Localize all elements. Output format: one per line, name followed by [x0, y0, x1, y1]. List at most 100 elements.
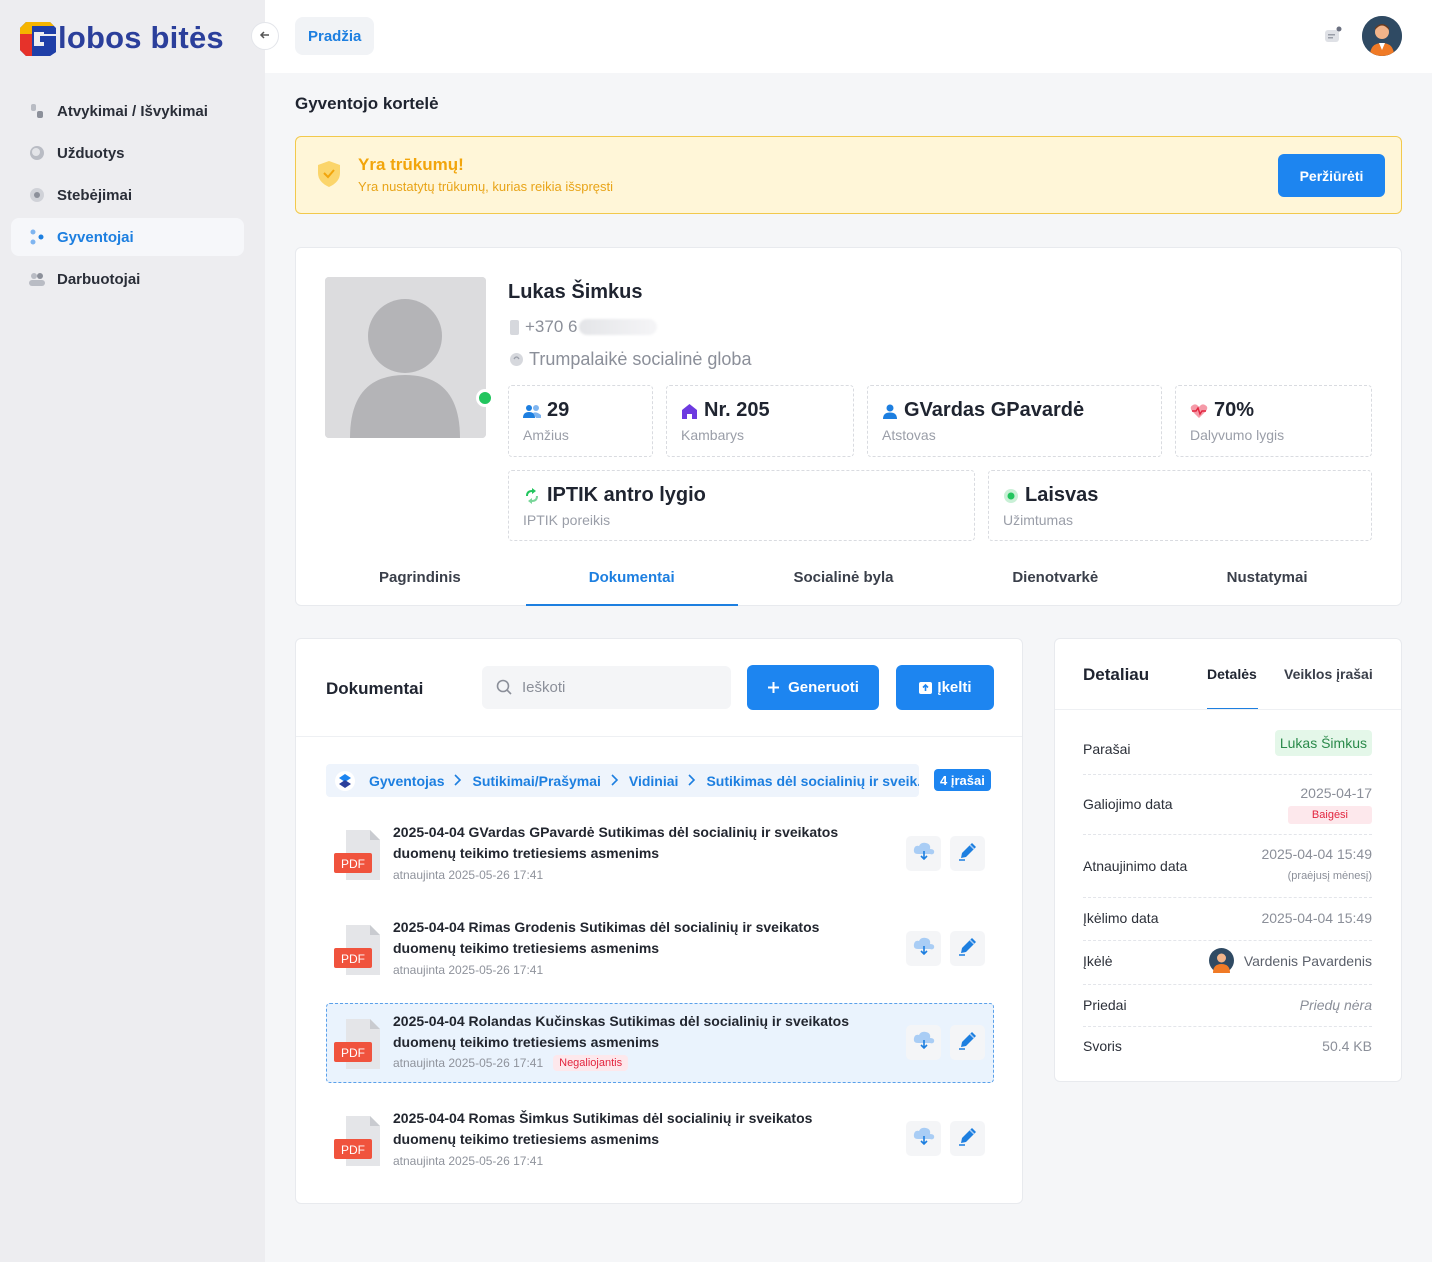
employees-icon	[28, 270, 46, 288]
detail-label: Priedai	[1083, 997, 1127, 1013]
detail-row-signatures: Parašai Lukas Šimkus	[1083, 730, 1372, 775]
documents-card: Dokumentai Generuoti Įkelti Gyventojas S…	[295, 638, 1023, 1204]
arrivals-icon	[28, 102, 46, 120]
sidebar-item-label: Darbuotojai	[57, 270, 141, 288]
document-updated: atnaujinta 2025-05-26 17:41	[393, 1056, 544, 1070]
brand-name: lobos bitės	[58, 20, 224, 55]
arrow-left-icon	[259, 29, 271, 44]
warning-alert: Yra trūkumų! Yra nustatytų trūkumų, kuri…	[295, 136, 1402, 214]
residents-icon	[28, 228, 46, 246]
care-icon	[509, 352, 524, 367]
upload-button[interactable]: Įkelti	[896, 665, 994, 710]
uploader-avatar-icon	[1208, 948, 1234, 973]
sidebar-nav: Atvykimai / Išvykimai Užduotys Stebėjima…	[11, 92, 244, 302]
detail-note: (praėjusį mėnesį)	[1287, 870, 1372, 882]
chat-icon[interactable]	[1324, 26, 1342, 44]
document-meta: atnaujinta 2025-05-26 17:41	[393, 1154, 543, 1168]
stat-value: Nr. 205	[704, 399, 770, 421]
sidebar-item-observations[interactable]: Stebėjimai	[11, 176, 244, 214]
breadcrumb-item[interactable]: Gyventojas	[369, 773, 444, 789]
tab-social-file[interactable]: Socialinė byla	[738, 557, 950, 597]
document-row[interactable]: PDF 2025-04-04 Rimas Grodenis Sutikimas …	[326, 909, 994, 989]
edit-button[interactable]	[950, 931, 985, 966]
detail-label: Parašai	[1083, 741, 1131, 757]
download-button[interactable]	[906, 1025, 941, 1060]
detail-row-validity: Galiojimo data 2025-04-17 Baigėsi	[1083, 775, 1372, 835]
sidebar-item-arrivals[interactable]: Atvykimai / Išvykimai	[11, 92, 244, 130]
sidebar-collapse-button[interactable]	[251, 22, 279, 50]
signature-chip[interactable]: Lukas Šimkus	[1274, 730, 1372, 756]
stat-value: IPTIK antro lygio	[547, 484, 706, 506]
review-button[interactable]: Peržiūrėti	[1278, 154, 1385, 197]
pdf-file-icon: PDF	[334, 1019, 382, 1071]
document-updated: atnaujinta 2025-05-26 17:41	[393, 868, 544, 882]
document-row[interactable]: PDF 2025-04-04 GVardas GPavardė Sutikima…	[326, 814, 994, 894]
sidebar-item-employees[interactable]: Darbuotojai	[11, 260, 244, 298]
detail-value: 2025-04-04 15:49	[1261, 846, 1372, 862]
detail-value: 50.4 KB	[1322, 1038, 1372, 1054]
edit-button[interactable]	[950, 1121, 985, 1156]
document-title: 2025-04-04 Rimas Grodenis Sutikimas dėl …	[393, 919, 820, 956]
eye-icon	[28, 186, 46, 204]
download-button[interactable]	[906, 931, 941, 966]
breadcrumb-home[interactable]: Pradžia	[295, 17, 375, 55]
breadcrumb-item[interactable]: Sutikimai/Prašymai	[472, 773, 600, 789]
detail-row-attachments: Priedai Priedų nėra	[1083, 985, 1372, 1027]
detail-row-renewal: Atnaujinimo data 2025-04-04 15:49 (praėj…	[1083, 835, 1372, 898]
edit-button[interactable]	[950, 836, 985, 871]
sidebar-item-label: Stebėjimai	[57, 186, 133, 204]
document-row[interactable]: PDF 2025-04-04 Romas Šimkus Sutikimas dė…	[326, 1100, 994, 1180]
pencil-icon	[958, 841, 978, 866]
tab-main[interactable]: Pagrindinis	[314, 557, 526, 597]
tab-activity-log[interactable]: Veiklos įrašai	[1284, 666, 1373, 682]
document-title: 2025-04-04 GVardas GPavardė Sutikimas dė…	[393, 824, 839, 861]
generate-button[interactable]: Generuoti	[747, 665, 879, 710]
documents-title: Dokumentai	[326, 679, 424, 698]
online-status-dot	[476, 389, 494, 407]
sidebar: lobos bitės Atvykimai / Išvykimai Užduot…	[0, 0, 265, 1262]
divider	[296, 736, 1022, 737]
document-row-selected[interactable]: PDF 2025-04-04 Rolandas Kučinskas Sutiki…	[326, 1003, 994, 1083]
logo-mark	[20, 18, 58, 58]
phone-icon	[509, 319, 520, 335]
detail-row-uploader: Įkėlė Vardenis Pavardenis	[1083, 941, 1372, 985]
tab-documents[interactable]: Dokumentai	[525, 557, 738, 606]
generate-label: Generuoti	[788, 679, 859, 696]
folder-logo-icon	[334, 770, 356, 792]
chevron-right-icon	[611, 773, 619, 789]
upload-label: Įkelti	[937, 679, 972, 696]
stat-age: 29 Amžius	[508, 385, 653, 457]
alert-title: Yra trūkumų!	[358, 155, 464, 174]
breadcrumb-item[interactable]: Vidiniai	[629, 773, 679, 789]
sidebar-item-tasks[interactable]: Užduotys	[11, 134, 244, 172]
uploader-name: Vardenis Pavardenis	[1243, 952, 1372, 969]
detail-label: Svoris	[1083, 1038, 1122, 1054]
recycle-icon	[523, 487, 541, 504]
profile-tabs: Pagrindinis Dokumentai Socialinė byla Di…	[314, 555, 1373, 606]
search-input[interactable]	[522, 666, 722, 709]
document-updated: atnaujinta 2025-05-26 17:41	[393, 1154, 544, 1168]
download-button[interactable]	[906, 1121, 941, 1156]
sidebar-item-label: Gyventojai	[57, 228, 134, 246]
topbar: Pradžia	[265, 0, 1432, 73]
chevron-right-icon	[454, 773, 462, 789]
page-title: Gyventojo kortelė	[295, 94, 439, 113]
shield-check-icon	[317, 160, 341, 193]
tab-settings[interactable]: Nustatymai	[1161, 557, 1373, 597]
tab-schedule[interactable]: Dienotvarkė	[949, 557, 1161, 597]
stat-iptik: IPTIK antro lygio IPTIK poreikis	[508, 470, 975, 541]
document-meta: atnaujinta 2025-05-26 17:41 Negaliojanti…	[393, 1055, 629, 1071]
download-button[interactable]	[906, 836, 941, 871]
person-icon	[882, 403, 898, 419]
user-avatar-icon[interactable]	[1362, 16, 1402, 56]
sidebar-item-residents[interactable]: Gyventojai	[11, 218, 244, 256]
brand-logo[interactable]: lobos bitės	[20, 16, 224, 60]
tab-details[interactable]: Detalės	[1207, 666, 1257, 682]
divider	[1055, 709, 1401, 710]
record-count-badge: 4 įrašai	[934, 769, 991, 791]
breadcrumb-item[interactable]: Sutikimas dėl socialinių ir sveik...	[706, 773, 919, 789]
edit-button[interactable]	[950, 1025, 985, 1060]
detail-row-uploaded: Įkėlimo data 2025-04-04 15:49	[1083, 898, 1372, 941]
stat-representative: GVardas GPavardė Atstovas	[867, 385, 1162, 457]
phone-redacted	[579, 319, 658, 335]
